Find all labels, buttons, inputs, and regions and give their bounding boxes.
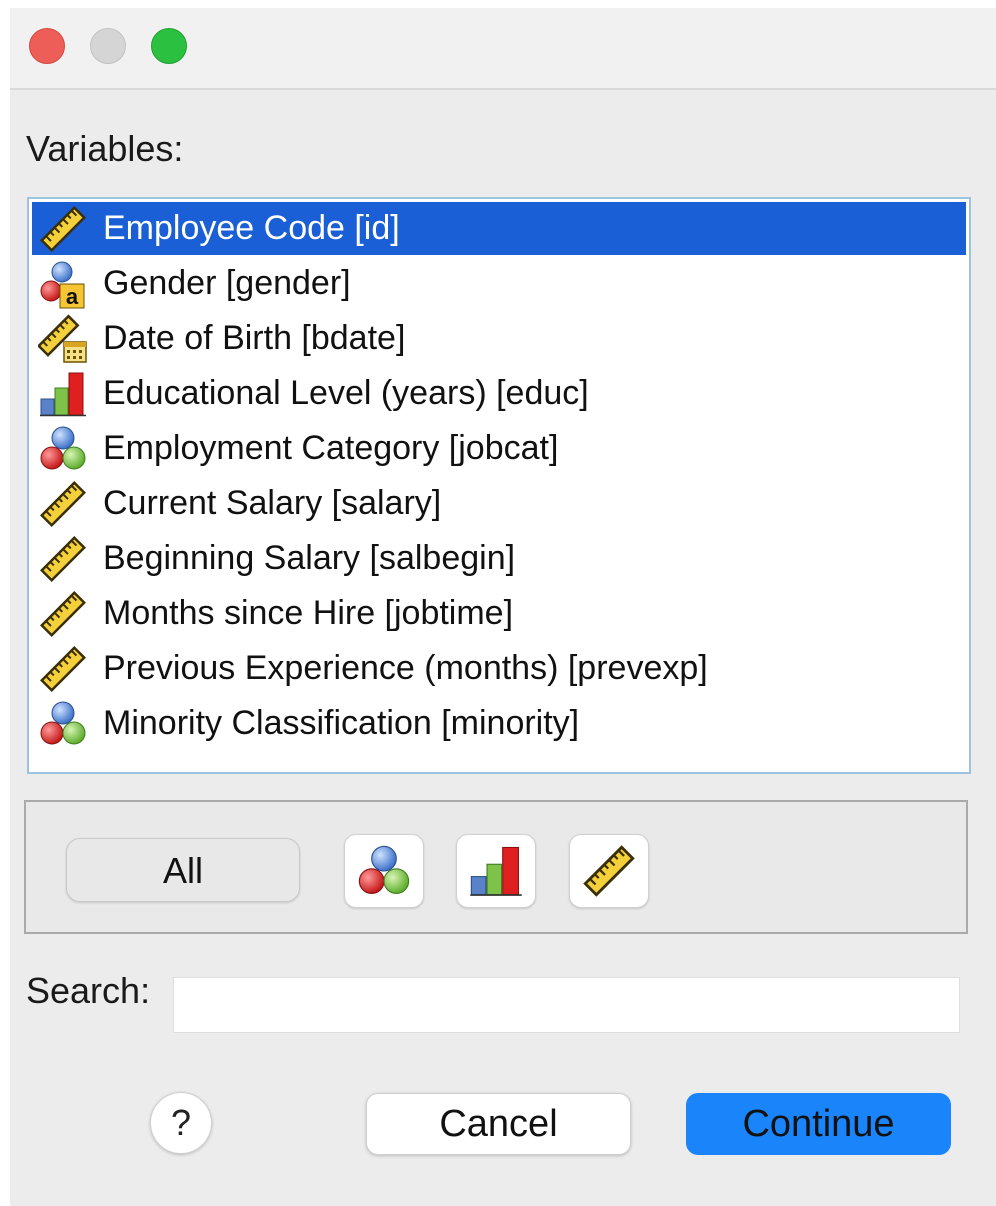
minimize-window-button[interactable] [90, 28, 126, 64]
scale-ruler-icon [38, 589, 88, 639]
ordinal-bars-icon [468, 843, 524, 899]
filter-scale-button[interactable] [569, 834, 649, 908]
search-label: Search: [26, 970, 151, 1011]
scale-ruler-icon [581, 843, 637, 899]
list-item-label: Educational Level (years) [educ] [103, 374, 589, 412]
list-item[interactable]: Current Salary [salary] [32, 477, 966, 530]
nominal-string-icon [38, 259, 88, 309]
continue-button[interactable]: Continue [686, 1093, 951, 1155]
list-item-label: Employment Category [jobcat] [103, 429, 559, 467]
list-item-label: Beginning Salary [salbegin] [103, 539, 516, 577]
list-item-label: Gender [gender] [103, 264, 351, 302]
close-window-button[interactable] [29, 28, 65, 64]
nominal-circles-icon [356, 843, 412, 899]
list-item[interactable]: Beginning Salary [salbegin] [32, 532, 966, 585]
maximize-window-button[interactable] [151, 28, 187, 64]
filter-all-button[interactable]: All [66, 838, 300, 902]
search-input[interactable] [173, 977, 960, 1033]
list-item-label: Employee Code [id] [103, 209, 400, 247]
list-item-label: Months since Hire [jobtime] [103, 594, 514, 632]
title-bar [10, 8, 996, 90]
scale-ruler-icon [38, 204, 88, 254]
scale-ruler-icon [38, 644, 88, 694]
nominal-circles-icon [38, 424, 88, 474]
list-item-label: Current Salary [salary] [103, 484, 442, 522]
nominal-circles-icon [38, 699, 88, 749]
list-item[interactable]: Employee Code [id] [32, 202, 966, 255]
list-item[interactable]: Employment Category [jobcat] [32, 422, 966, 475]
variables-label: Variables: [26, 128, 184, 169]
variables-list[interactable]: Employee Code [id] Gender [gender] Date … [27, 197, 971, 774]
list-item[interactable]: Minority Classification [minority] [32, 697, 966, 750]
list-item-label: Previous Experience (months) [prevexp] [103, 649, 708, 687]
filter-nominal-button[interactable] [344, 834, 424, 908]
cancel-button[interactable]: Cancel [366, 1093, 631, 1155]
filter-ordinal-button[interactable] [456, 834, 536, 908]
list-item[interactable]: Months since Hire [jobtime] [32, 587, 966, 640]
list-item-label: Minority Classification [minority] [103, 704, 580, 742]
list-item-label: Date of Birth [bdate] [103, 319, 406, 357]
list-item[interactable]: Previous Experience (months) [prevexp] [32, 642, 966, 695]
list-item[interactable]: Gender [gender] [32, 257, 966, 310]
ordinal-bars-icon [38, 369, 88, 419]
list-item[interactable]: Date of Birth [bdate] [32, 312, 966, 365]
list-item[interactable]: Educational Level (years) [educ] [32, 367, 966, 420]
scale-date-icon [38, 314, 88, 364]
scale-ruler-icon [38, 479, 88, 529]
scale-ruler-icon [38, 534, 88, 584]
help-button[interactable]: ? [150, 1092, 212, 1154]
